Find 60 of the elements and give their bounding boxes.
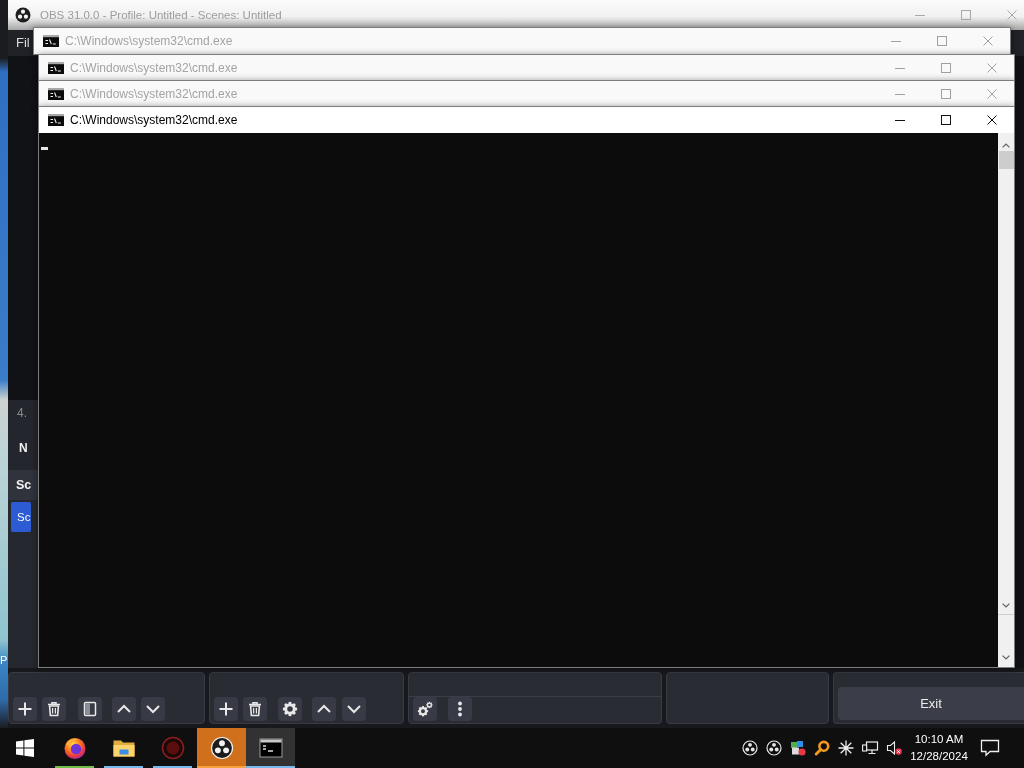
- scroll-down-icon[interactable]: [1002, 603, 1010, 608]
- four-panes-icon: [16, 739, 34, 757]
- window-title: OBS 31.0.0 - Profile: Untitled - Scenes: Untitled: [40, 9, 282, 21]
- disc-icon: [160, 736, 185, 760]
- terminal-icon: [258, 736, 283, 760]
- browser-icon: [62, 736, 87, 760]
- notification-icon[interactable]: [980, 739, 1000, 757]
- scroll-down-icon[interactable]: [1002, 655, 1010, 660]
- speaker-icon[interactable]: [886, 740, 902, 756]
- scene-item[interactable]: Sc: [11, 502, 31, 532]
- move-down-button[interactable]: [342, 697, 366, 721]
- window-title: C:\Windows\system32\cmd.exe: [70, 61, 238, 75]
- move-down-button[interactable]: [141, 697, 165, 721]
- window-title: C:\Windows\system32\cmd.exe: [70, 113, 238, 127]
- terminal-icon: [48, 114, 64, 126]
- properties-button[interactable]: [278, 697, 302, 721]
- exit-button[interactable]: Exit: [838, 687, 1024, 720]
- magnifier-icon[interactable]: [814, 740, 830, 756]
- taskbar-app-button[interactable]: [246, 728, 295, 768]
- move-up-button[interactable]: [312, 697, 336, 721]
- advanced-button[interactable]: [413, 697, 437, 721]
- network-icon[interactable]: [862, 740, 878, 756]
- close-icon[interactable]: [987, 115, 997, 125]
- text-cursor-icon: [41, 147, 48, 150]
- scrollbar[interactable]: [998, 133, 1014, 667]
- window-title: C:\Windows\system32\cmd.exe: [65, 34, 233, 48]
- remove-button[interactable]: [42, 697, 66, 721]
- move-up-button[interactable]: [112, 697, 136, 721]
- panel-label: N: [19, 441, 28, 455]
- app-logo-icon: [209, 736, 234, 760]
- asterisk-icon[interactable]: [838, 740, 854, 756]
- trash-icon: [46, 701, 62, 717]
- trash-icon: [247, 701, 263, 717]
- split-rectangle-icon: [82, 701, 98, 717]
- maximize-icon[interactable]: [941, 115, 951, 125]
- filters-button[interactable]: [78, 697, 102, 721]
- add-button[interactable]: [214, 697, 238, 721]
- terminal-icon: [43, 35, 59, 47]
- desktop-icon-label: P: [0, 653, 8, 668]
- panel-label: 4.: [17, 406, 27, 420]
- app-logo-icon: [15, 7, 31, 23]
- taskbar-app-button[interactable]: [197, 728, 246, 768]
- window-title: C:\Windows\system32\cmd.exe: [70, 87, 238, 101]
- app-logo-icon[interactable]: [742, 740, 758, 756]
- menu-button[interactable]: [448, 697, 472, 721]
- badge-app-icon[interactable]: [790, 740, 806, 756]
- plus-icon: [218, 701, 234, 717]
- remove-button[interactable]: [243, 697, 267, 721]
- terminal-icon: [48, 62, 64, 74]
- clock-button[interactable]: 10:10 AM 12/28/2024: [906, 731, 972, 765]
- scroll-up-icon[interactable]: [1002, 143, 1010, 148]
- gears-icon: [417, 701, 433, 717]
- add-button[interactable]: [13, 697, 37, 721]
- plus-icon: [17, 701, 33, 717]
- app-logo-icon[interactable]: [766, 740, 782, 756]
- terminal-icon: [48, 88, 64, 100]
- dock-title: Sc: [16, 478, 32, 492]
- scrollbar-thumb[interactable]: [998, 151, 1014, 169]
- gear-icon: [282, 701, 298, 717]
- menu-item[interactable]: Fil: [16, 35, 30, 51]
